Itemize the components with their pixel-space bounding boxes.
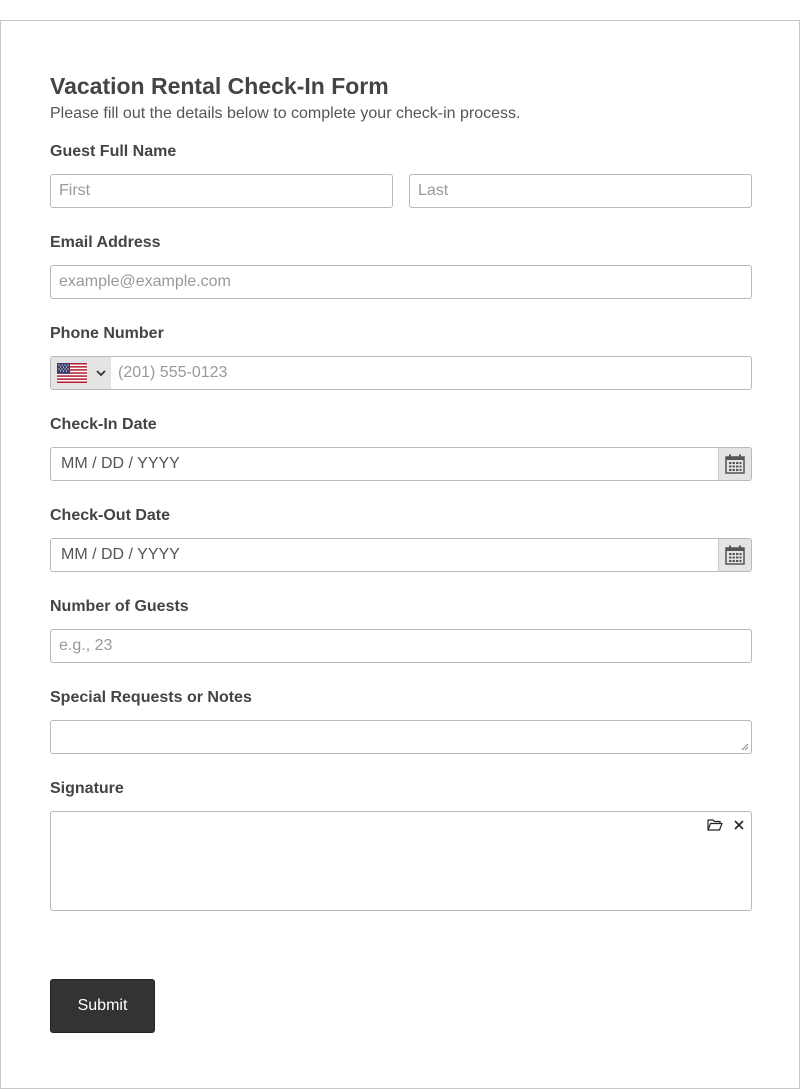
phone-field-group: (201) 555-0123	[50, 356, 752, 390]
first-name-field[interactable]: First	[50, 174, 393, 208]
submit-button[interactable]: Submit	[50, 979, 155, 1033]
country-code-select[interactable]	[51, 357, 111, 389]
resize-grip-icon[interactable]	[741, 743, 749, 751]
form-subtitle: Please fill out the details below to com…	[50, 105, 521, 122]
signature-pad[interactable]	[50, 811, 752, 911]
close-icon[interactable]	[731, 817, 747, 833]
guests-label: Number of Guests	[50, 598, 189, 615]
calendar-icon	[725, 545, 745, 565]
us-flag-icon	[57, 363, 87, 383]
check-out-calendar-button[interactable]	[718, 539, 751, 571]
email-field[interactable]: example@example.com	[50, 265, 752, 299]
check-in-date-field[interactable]: MM / DD / YYYY	[50, 447, 752, 481]
folder-open-icon[interactable]	[707, 817, 723, 833]
last-name-field[interactable]: Last	[409, 174, 752, 208]
notes-label: Special Requests or Notes	[50, 689, 252, 706]
check-out-label: Check-Out Date	[50, 507, 171, 524]
guests-field[interactable]: e.g., 23	[50, 629, 752, 663]
check-out-date-field[interactable]: MM / DD / YYYY	[50, 538, 752, 572]
chevron-down-icon	[96, 370, 106, 377]
guest-name-label: Guest Full Name	[50, 143, 177, 160]
phone-label: Phone Number	[50, 325, 164, 342]
phone-input[interactable]: (201) 555-0123	[111, 357, 751, 389]
calendar-icon	[725, 454, 745, 474]
check-in-calendar-button[interactable]	[718, 448, 751, 480]
notes-textarea[interactable]	[50, 720, 752, 754]
check-in-date-placeholder: MM / DD / YYYY	[61, 455, 180, 472]
check-in-label: Check-In Date	[50, 416, 157, 433]
email-label: Email Address	[50, 234, 161, 251]
check-out-date-placeholder: MM / DD / YYYY	[61, 546, 180, 563]
form-title: Vacation Rental Check-In Form	[50, 73, 389, 99]
signature-label: Signature	[50, 780, 124, 797]
form-card: Vacation Rental Check-In Form Please fil…	[0, 20, 800, 1089]
